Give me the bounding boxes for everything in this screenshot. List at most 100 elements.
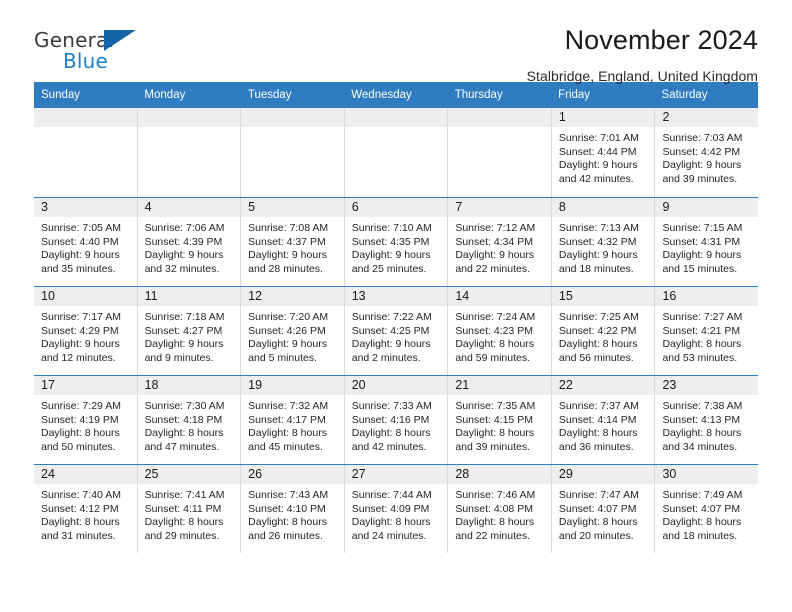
day-cell[interactable]: 29 Sunrise: 7:47 AM Sunset: 4:07 PM Dayligh… [551, 465, 656, 554]
day-details: Sunrise: 7:32 AM Sunset: 4:17 PM Daylight:… [241, 395, 344, 454]
day-cell[interactable]: 21 Sunrise: 7:35 AM Sunset: 4:15 PM Dayligh… [448, 376, 552, 465]
day-cell[interactable]: 13 Sunrise: 7:22 AM Sunset: 4:25 PM Dayligh… [344, 287, 449, 376]
daylight-text: and 18 minutes. [558, 262, 634, 275]
day-cell[interactable]: 20 Sunrise: 7:33 AM Sunset: 4:16 PM Dayligh… [344, 376, 449, 465]
daylight-text: and 5 minutes. [248, 351, 318, 364]
sunrise-text: Sunrise: 7:18 AM [144, 311, 225, 324]
day-cell[interactable]: 24 Sunrise: 7:40 AM Sunset: 4:12 PM Dayligh… [34, 465, 138, 554]
day-details: Sunrise: 7:30 AM Sunset: 4:18 PM Daylight:… [138, 395, 241, 454]
day-cell[interactable]: 19 Sunrise: 7:32 AM Sunset: 4:17 PM Dayligh… [241, 376, 345, 465]
day-number: 2 [655, 108, 759, 128]
weekday-header-tuesday: Tuesday [247, 89, 292, 101]
daylight-text: Daylight: 9 hours [144, 249, 224, 262]
weekday-header-wednesday: Wednesday [351, 89, 412, 101]
general-blue-logo[interactable]: General Blue [34, 26, 154, 78]
day-details: Sunrise: 7:06 AM Sunset: 4:39 PM Daylight:… [138, 217, 241, 276]
day-cell[interactable]: 10 Sunrise: 7:17 AM Sunset: 4:29 PM Dayligh… [34, 287, 138, 376]
daylight-text: and 39 minutes. [662, 172, 738, 185]
sunset-text: Sunset: 4:19 PM [41, 413, 119, 426]
sunrise-text: Sunrise: 7:40 AM [41, 489, 121, 502]
daylight-text: and 29 minutes. [144, 529, 220, 542]
daylight-text: Daylight: 8 hours [144, 427, 224, 440]
day-details: Sunrise: 7:03 AM Sunset: 4:42 PM Daylight:… [655, 127, 758, 186]
daylight-text: Daylight: 8 hours [558, 516, 638, 529]
sunset-text: Sunset: 4:14 PM [558, 413, 637, 426]
day-number: 17 [34, 376, 137, 396]
sunset-text: Sunset: 4:21 PM [662, 324, 741, 337]
day-details: Sunrise: 7:27 AM Sunset: 4:21 PM Daylight:… [655, 306, 758, 365]
sunset-text: Sunset: 4:12 PM [41, 502, 119, 515]
day-cell[interactable]: 14 Sunrise: 7:24 AM Sunset: 4:23 PM Dayligh… [448, 287, 552, 376]
day-number: 19 [241, 376, 344, 396]
day-number: 16 [655, 287, 759, 307]
day-number: 13 [344, 287, 448, 307]
sunrise-text: Sunrise: 7:08 AM [248, 222, 329, 235]
daylight-text: Daylight: 8 hours [455, 338, 535, 351]
day-cell[interactable]: 23 Sunrise: 7:38 AM Sunset: 4:13 PM Dayligh… [655, 376, 759, 464]
day-cell[interactable]: 5 Sunrise: 7:08 AM Sunset: 4:37 PM Daylight… [241, 198, 345, 287]
day-cell[interactable]: 26 Sunrise: 7:43 AM Sunset: 4:10 PM Dayligh… [241, 465, 345, 554]
day-cell[interactable]: 16 Sunrise: 7:27 AM Sunset: 4:21 PM Dayligh… [655, 287, 759, 375]
daylight-text: and 12 minutes. [41, 351, 116, 364]
day-cell[interactable]: 28 Sunrise: 7:46 AM Sunset: 4:08 PM Dayligh… [448, 465, 552, 554]
sunrise-text: Sunrise: 7:24 AM [455, 311, 536, 324]
daylight-text: Daylight: 9 hours [248, 249, 327, 262]
daylight-text: and 45 minutes. [248, 440, 323, 453]
sunrise-text: Sunrise: 7:06 AM [144, 222, 225, 235]
daylight-text: Daylight: 8 hours [558, 427, 638, 440]
daylight-text: and 20 minutes. [558, 529, 634, 542]
day-cell[interactable]: 6 Sunrise: 7:10 AM Sunset: 4:35 PM Daylight… [344, 198, 449, 287]
day-cell[interactable]: 17 Sunrise: 7:29 AM Sunset: 4:19 PM Dayligh… [34, 376, 138, 465]
daylight-text: Daylight: 9 hours [351, 338, 431, 351]
day-number: 4 [137, 198, 241, 218]
day-cell[interactable]: 18 Sunrise: 7:30 AM Sunset: 4:18 PM Dayligh… [137, 376, 242, 465]
day-cell[interactable]: 11 Sunrise: 7:18 AM Sunset: 4:27 PM Dayligh… [137, 287, 242, 376]
day-details: Sunrise: 7:40 AM Sunset: 4:12 PM Daylight:… [34, 484, 137, 543]
sunset-text: Sunset: 4:11 PM [144, 502, 222, 515]
day-cell-empty [241, 108, 345, 198]
day-number: 22 [551, 376, 655, 396]
day-details: Sunrise: 7:10 AM Sunset: 4:35 PM Daylight:… [345, 217, 448, 276]
daylight-text: Daylight: 8 hours [662, 516, 742, 529]
sunrise-text: Sunrise: 7:32 AM [248, 400, 329, 413]
day-number: 14 [448, 287, 551, 307]
day-cell[interactable]: 30 Sunrise: 7:49 AM Sunset: 4:07 PM Dayligh… [655, 465, 759, 553]
sunset-text: Sunset: 4:08 PM [455, 502, 533, 515]
sunrise-text: Sunrise: 7:22 AM [351, 311, 432, 324]
sunrise-text: Sunrise: 7:37 AM [558, 400, 639, 413]
day-cell[interactable]: 1 Sunrise: 7:01 AM Sunset: 4:44 PM Daylight… [551, 108, 656, 198]
sunset-text: Sunset: 4:32 PM [558, 235, 637, 248]
sunrise-text: Sunrise: 7:29 AM [41, 400, 121, 413]
day-number: 25 [137, 465, 241, 485]
day-cell-empty [34, 108, 138, 198]
day-cell[interactable]: 8 Sunrise: 7:13 AM Sunset: 4:32 PM Daylight… [551, 198, 656, 287]
day-cell[interactable]: 15 Sunrise: 7:25 AM Sunset: 4:22 PM Dayligh… [551, 287, 656, 376]
day-cell[interactable]: 12 Sunrise: 7:20 AM Sunset: 4:26 PM Dayligh… [241, 287, 345, 376]
day-cell[interactable]: 3 Sunrise: 7:05 AM Sunset: 4:40 PM Daylight… [34, 198, 138, 287]
daylight-text: and 15 minutes. [662, 262, 738, 275]
day-cell[interactable]: 9 Sunrise: 7:15 AM Sunset: 4:31 PM Daylight… [655, 198, 759, 286]
day-cell[interactable]: 7 Sunrise: 7:12 AM Sunset: 4:34 PM Daylight… [448, 198, 552, 287]
daylight-text: and 25 minutes. [351, 262, 427, 275]
day-cell-empty [344, 108, 449, 198]
sunset-text: Sunset: 4:40 PM [41, 235, 119, 248]
day-cell[interactable]: 4 Sunrise: 7:06 AM Sunset: 4:39 PM Daylight… [137, 198, 242, 287]
day-details: Sunrise: 7:01 AM Sunset: 4:44 PM Daylight:… [552, 127, 655, 186]
day-cell[interactable]: 27 Sunrise: 7:44 AM Sunset: 4:09 PM Dayligh… [344, 465, 449, 554]
day-number: 21 [448, 376, 551, 396]
daylight-text: and 56 minutes. [558, 351, 634, 364]
daylight-text: and 50 minutes. [41, 440, 116, 453]
daylight-text: and 31 minutes. [41, 529, 116, 542]
title-block: November 2024 Stalbridge, England, Unite… [154, 25, 758, 83]
day-cell[interactable]: 22 Sunrise: 7:37 AM Sunset: 4:14 PM Dayligh… [551, 376, 656, 465]
day-number: 9 [655, 198, 759, 218]
weeks-container: 1 Sunrise: 7:01 AM Sunset: 4:44 PM Daylight… [34, 108, 759, 554]
daylight-text: and 32 minutes. [144, 262, 220, 275]
daylight-text: and 26 minutes. [248, 529, 323, 542]
daylight-text: Daylight: 9 hours [662, 249, 742, 262]
day-cell[interactable]: 25 Sunrise: 7:41 AM Sunset: 4:11 PM Dayligh… [137, 465, 242, 554]
daylight-text: and 34 minutes. [662, 440, 738, 453]
sunrise-text: Sunrise: 7:15 AM [662, 222, 743, 235]
sunset-text: Sunset: 4:39 PM [144, 235, 223, 248]
day-cell[interactable]: 2 Sunrise: 7:03 AM Sunset: 4:42 PM Daylight… [655, 108, 759, 197]
